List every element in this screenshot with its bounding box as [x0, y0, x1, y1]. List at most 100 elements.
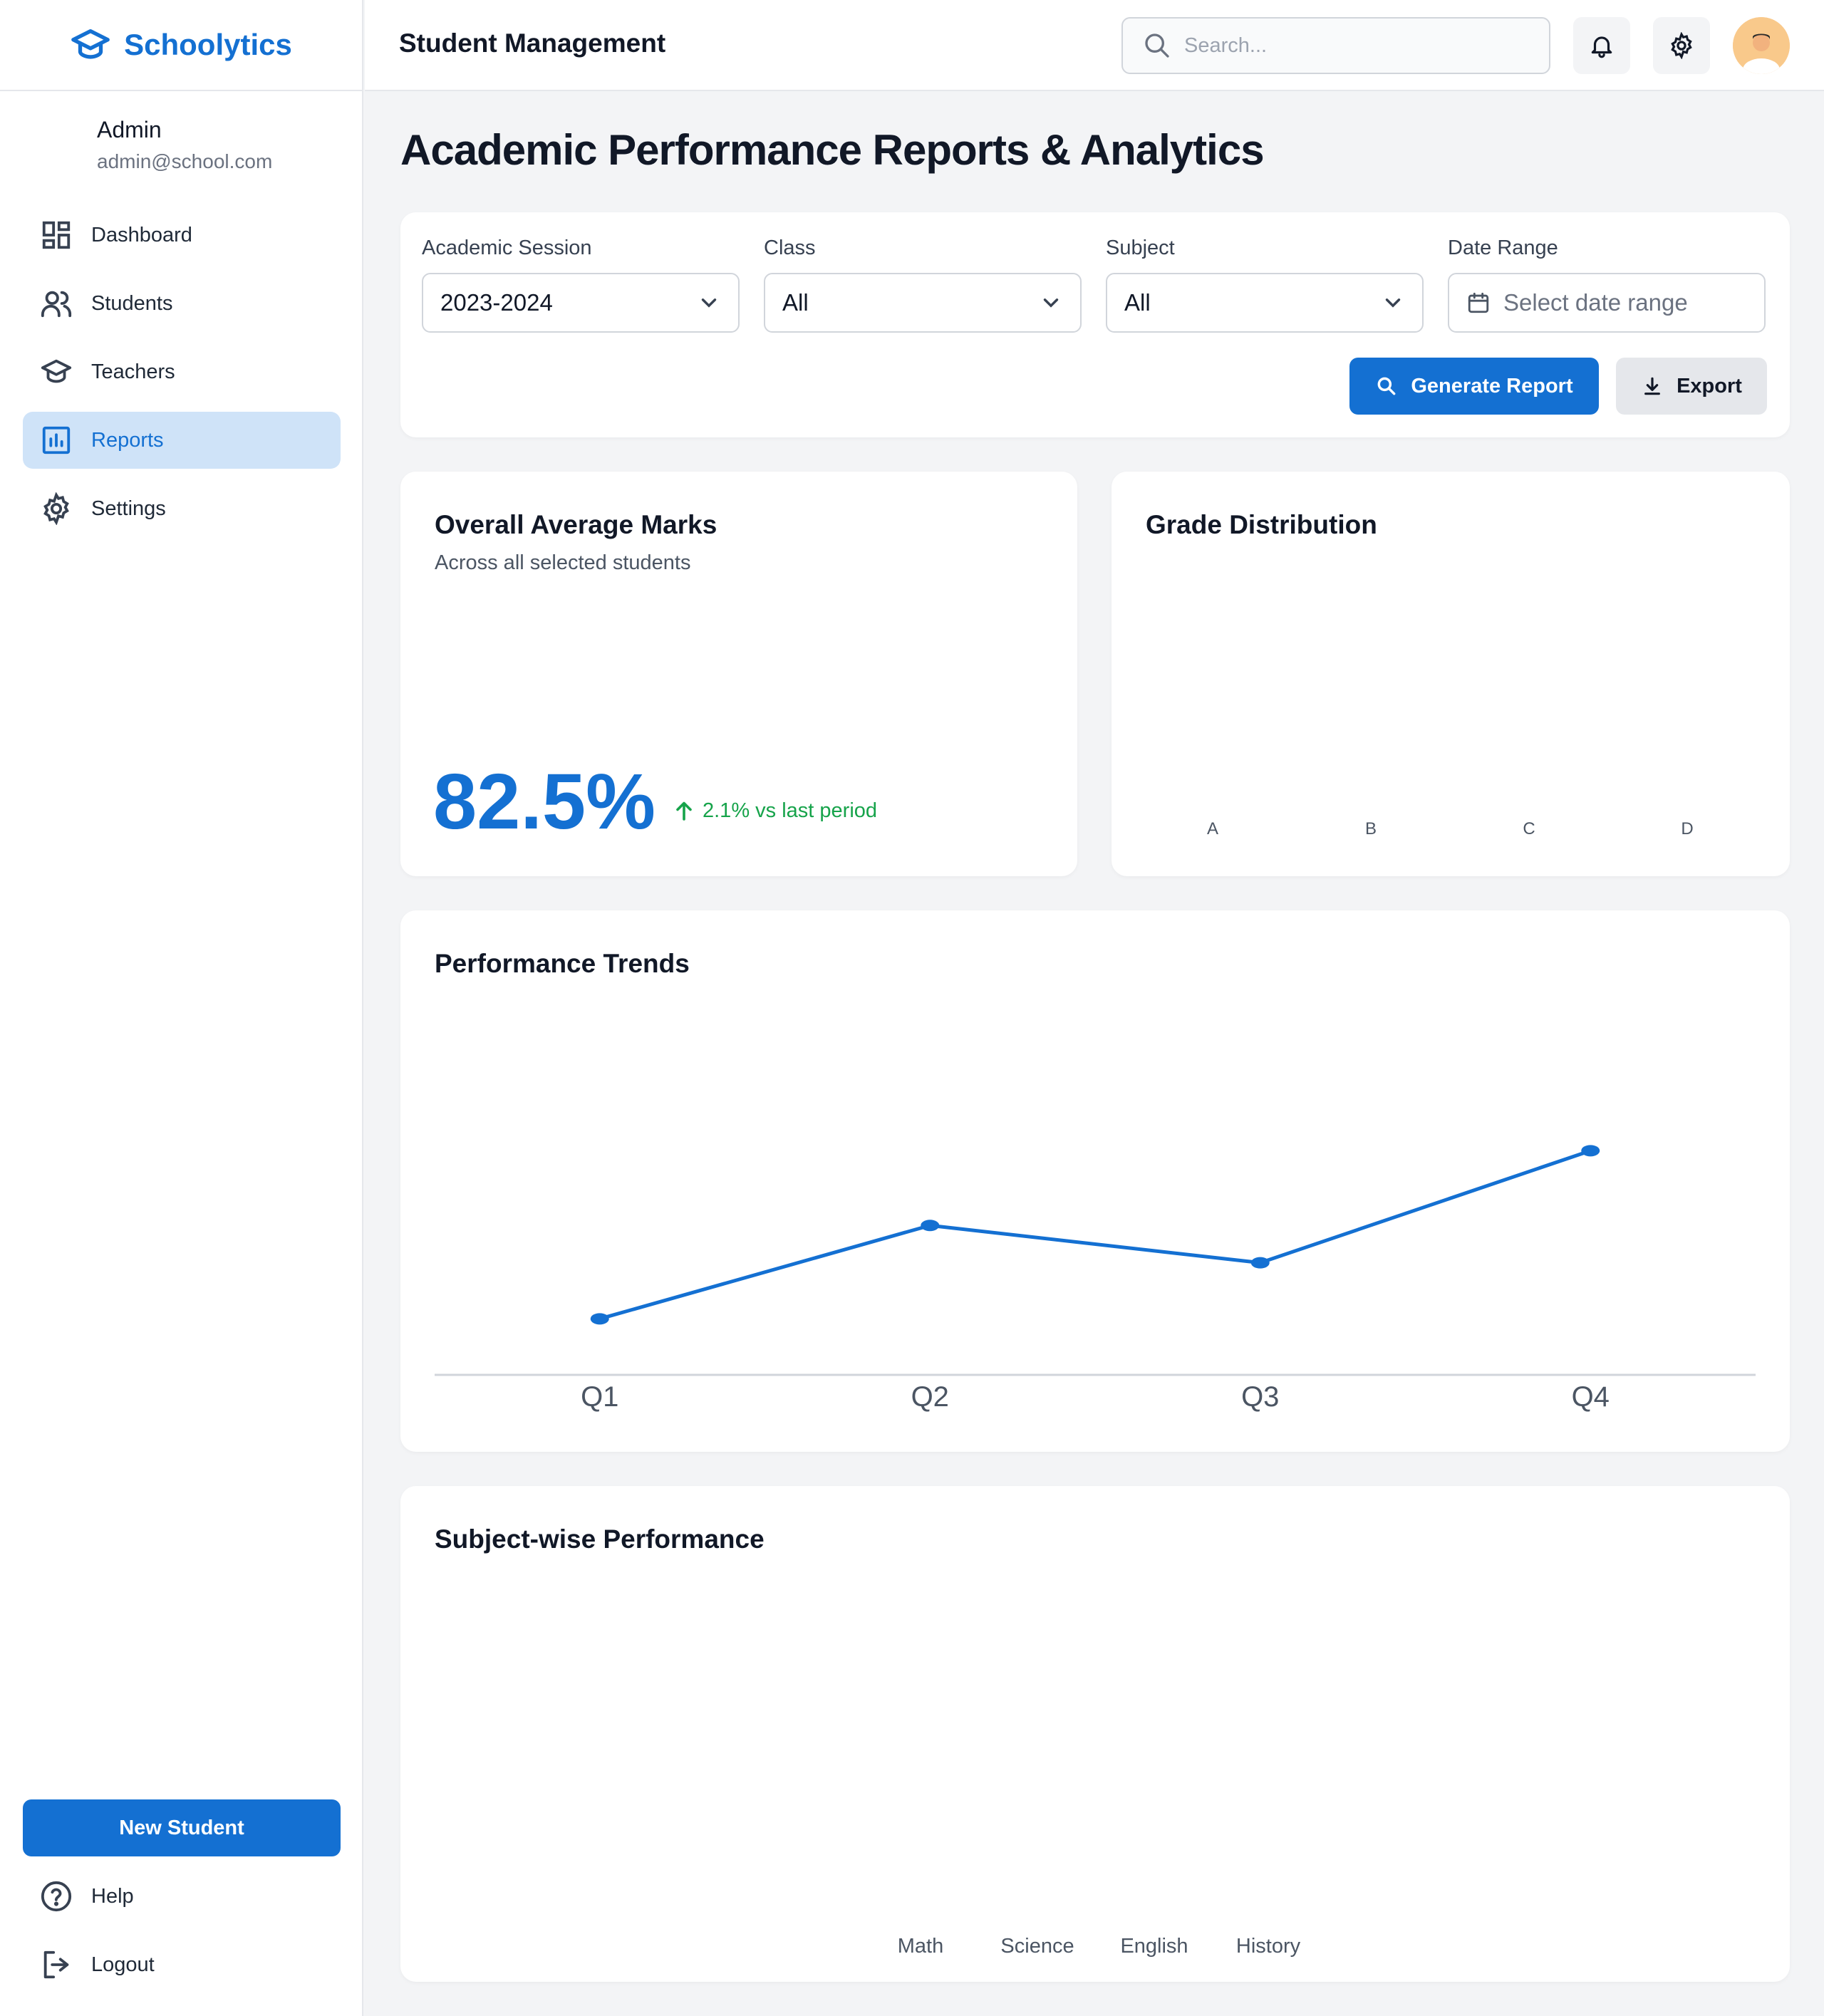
export-button[interactable]: Export: [1616, 358, 1767, 415]
filters-card: Academic Session 2023-2024 Class All Sub…: [400, 212, 1790, 437]
data-point-q1[interactable]: [590, 1313, 609, 1325]
subject-performance-card: Subject-wise Performance Math Science En…: [400, 1486, 1790, 1982]
gear-icon: [1671, 32, 1692, 59]
sidebar-item-logout[interactable]: Logout: [23, 1936, 341, 1993]
data-point-q2[interactable]: [921, 1220, 940, 1232]
average-value: 82.5%: [433, 758, 656, 846]
grade-distribution-card: Grade Distribution A B C D: [1112, 472, 1790, 876]
subject-label-science: Science: [1000, 1935, 1074, 1958]
grade-distribution-title: Grade Distribution: [1146, 510, 1377, 539]
data-point-q3[interactable]: [1250, 1257, 1270, 1269]
subject-label: Subject: [1106, 237, 1175, 259]
sidebar-item-students[interactable]: Students: [23, 275, 341, 332]
average-subtitle: Across all selected students: [435, 551, 691, 574]
x-tick-label-q3: Q3: [1241, 1381, 1279, 1413]
subject-value: All: [1124, 289, 1151, 316]
user-info: Admin admin@school.com: [0, 91, 362, 173]
header-title: Student Management: [399, 28, 666, 58]
average-change-text: 2.1% vs last period: [703, 799, 878, 822]
sidebar: Schoolytics Admin admin@school.com Dashb…: [0, 0, 363, 2016]
bell-icon: [1591, 36, 1612, 58]
session-value: 2023-2024: [440, 289, 553, 316]
x-tick-label-q1: Q1: [581, 1381, 618, 1413]
sidebar-item-dashboard[interactable]: Dashboard: [23, 207, 341, 264]
generate-report-button[interactable]: Generate Report: [1349, 358, 1599, 415]
sidebar-item-label: Logout: [91, 1953, 155, 1976]
sidebar-item-help[interactable]: Help: [23, 1868, 341, 1925]
logout-icon: [43, 1950, 69, 1979]
graduation-cap-icon: [41, 359, 72, 383]
grade-label-c: C: [1523, 819, 1535, 838]
sidebar-item-reports[interactable]: Reports: [23, 412, 341, 469]
calendar-icon: [1468, 292, 1489, 313]
sidebar-item-settings[interactable]: Settings: [23, 480, 341, 537]
bar-chart-icon: [42, 426, 71, 454]
class-select[interactable]: All: [764, 273, 1082, 333]
average-marks-card: Overall Average Marks Across all selecte…: [400, 472, 1077, 876]
subject-field: Subject All: [1106, 237, 1424, 333]
help-icon: [41, 1881, 72, 1912]
data-point-q4[interactable]: [1581, 1145, 1600, 1157]
new-student-button[interactable]: New Student: [23, 1799, 341, 1856]
subjects-title: Subject-wise Performance: [435, 1524, 765, 1554]
chevron-down-icon: [701, 298, 717, 308]
subject-label-history: History: [1235, 1935, 1301, 1958]
x-tick-label-q4: Q4: [1572, 1381, 1610, 1413]
search-input[interactable]: [1184, 33, 1526, 58]
class-label: Class: [764, 237, 816, 259]
export-label: Export: [1677, 374, 1742, 398]
sidebar-nav: Dashboard Students Teachers Reports Sett…: [23, 207, 341, 549]
user-email: admin@school.com: [97, 150, 273, 172]
class-field: Class All: [764, 237, 1082, 333]
x-tick-label-q2: Q2: [911, 1381, 949, 1413]
brand-name: Schoolytics: [124, 28, 292, 61]
search-icon: [1377, 377, 1396, 395]
notifications-button[interactable]: [1573, 17, 1630, 74]
grade-label-b: B: [1364, 819, 1377, 838]
chevron-down-icon: [1385, 298, 1401, 308]
users-icon: [41, 291, 72, 318]
sidebar-bottom-nav: Help Logout: [23, 1868, 341, 2005]
graduation-cap-logo-icon: [71, 29, 110, 59]
page-title: Academic Performance Reports & Analytics: [400, 126, 1265, 174]
grade-label-d: D: [1681, 819, 1694, 838]
session-field: Academic Session 2023-2024: [422, 237, 740, 333]
chevron-down-icon: [1043, 298, 1059, 308]
arrow-up-icon: [676, 801, 692, 821]
grade-label-a: A: [1206, 819, 1219, 838]
average-change: 2.1% vs last period: [671, 798, 877, 823]
user-avatar-icon: [1733, 17, 1790, 74]
trend-line: [599, 1148, 1592, 1321]
session-select[interactable]: 2023-2024: [422, 273, 740, 333]
sidebar-item-label: Students: [91, 291, 173, 315]
sidebar-item-label: Settings: [91, 497, 166, 520]
average-title: Overall Average Marks: [435, 510, 717, 539]
brand: Schoolytics: [0, 0, 362, 91]
user-name: Admin: [97, 117, 162, 142]
sidebar-item-label: Reports: [91, 428, 164, 452]
sidebar-item-label: Dashboard: [91, 223, 192, 246]
download-icon: [1644, 377, 1661, 395]
avatar[interactable]: [1733, 17, 1790, 74]
top-header: Student Management: [365, 0, 1824, 91]
generate-report-label: Generate Report: [1411, 374, 1573, 398]
date-range-label: Date Range: [1448, 237, 1558, 259]
dashboard-icon: [42, 221, 71, 249]
search-icon: [1145, 33, 1169, 58]
class-value: All: [782, 289, 809, 316]
date-range-input[interactable]: Select date range: [1448, 273, 1766, 333]
performance-trends-card: Performance Trends Q1 Q2 Q3 Q4: [400, 910, 1790, 1452]
date-range-field: Date Range Select date range: [1448, 237, 1766, 333]
gear-icon: [43, 492, 69, 525]
session-label: Academic Session: [422, 237, 592, 259]
sidebar-item-teachers[interactable]: Teachers: [23, 343, 341, 400]
subject-label-english: English: [1120, 1935, 1188, 1958]
date-range-placeholder: Select date range: [1503, 289, 1688, 316]
sidebar-item-label: Teachers: [91, 360, 175, 383]
settings-button[interactable]: [1653, 17, 1710, 74]
search-box[interactable]: [1121, 17, 1550, 74]
subject-select[interactable]: All: [1106, 273, 1424, 333]
performance-trends-chart: Q1 Q2 Q3 Q4: [435, 1145, 1756, 1413]
subject-label-math: Math: [897, 1935, 944, 1958]
sidebar-item-label: Help: [91, 1884, 134, 1908]
